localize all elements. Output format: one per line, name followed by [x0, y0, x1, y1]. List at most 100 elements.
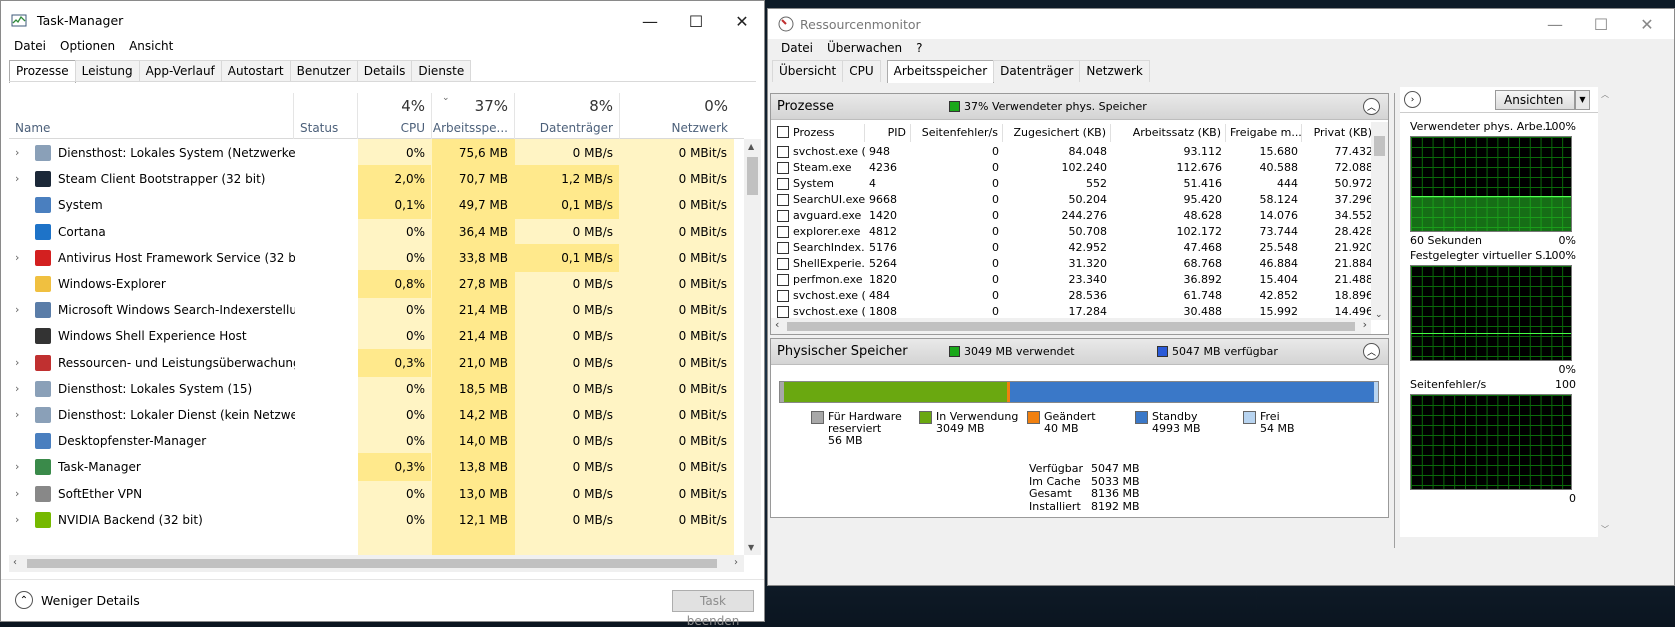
graphs-vscroll[interactable]: ︿ ﹀: [1598, 87, 1614, 537]
scroll-left-icon[interactable]: ‹: [13, 557, 17, 568]
end-task-button[interactable]: Task beenden: [672, 590, 754, 627]
scroll-right-icon[interactable]: ›: [1363, 318, 1367, 331]
expand-graphs-icon[interactable]: ›: [1404, 91, 1421, 108]
rm-tab-netzwerk[interactable]: Netzwerk: [1079, 60, 1150, 82]
expand-chevron-icon[interactable]: ›: [15, 453, 29, 481]
rm-menu-datei[interactable]: Datei: [774, 39, 820, 59]
tab-details[interactable]: Details: [356, 60, 413, 82]
views-dropdown-icon[interactable]: ▼: [1575, 90, 1590, 110]
vertical-scrollbar[interactable]: ▲ ▼: [744, 139, 761, 555]
tab-dienste[interactable]: Dienste: [411, 60, 472, 82]
rm-close-button[interactable]: ✕: [1624, 9, 1670, 39]
process-row[interactable]: svchost.exe (... 948 0 84.048 93.112 15.680 77…: [771, 144, 1371, 160]
scroll-thumb[interactable]: [747, 157, 758, 195]
process-row[interactable]: Cortana 0% 0 MB/s 0 MBit/s 36,4 MB: [9, 218, 744, 246]
process-row[interactable]: › SoftEther VPN 0% 0 MB/s 0 MBit/s 13,0 MB: [9, 480, 744, 508]
process-row[interactable]: perfmon.exe 1820 0 23.340 36.892 15.404 21.488: [771, 272, 1371, 288]
splitter[interactable]: [1394, 93, 1395, 548]
process-row[interactable]: Desktopfenster-Manager 0% 0 MB/s 0 MBit/s 14…: [9, 427, 744, 455]
process-col-header[interactable]: Arbeitssatz (KB): [1111, 124, 1226, 142]
col-disk-header[interactable]: 8% Datenträger: [515, 93, 620, 139]
processes-hscroll-thumb[interactable]: [787, 322, 1355, 331]
process-row[interactable]: Windows Shell Experience Host 0% 0 MB/s 0 M…: [9, 322, 744, 350]
scroll-down-icon[interactable]: ▼: [748, 543, 754, 552]
collapse-processes-icon[interactable]: ︿: [1363, 98, 1380, 115]
process-row[interactable]: System 0,1% 0,1 MB/s 0 MBit/s 49,7 MB: [9, 191, 744, 220]
process-row[interactable]: › Microsoft Windows Search-Indexerstellun…: [9, 296, 744, 324]
process-row[interactable]: › Ressourcen- und Leistungsüberwachung 0,3…: [9, 348, 744, 377]
process-col-header[interactable]: Privat (KB): [1302, 124, 1377, 142]
processes-panel-header[interactable]: Prozesse 37% Verwendeter phys. Speicher …: [771, 94, 1388, 120]
expand-chevron-icon[interactable]: ›: [15, 139, 29, 167]
processes-hscroll[interactable]: ‹ ›: [771, 318, 1371, 334]
scroll-left-icon[interactable]: ‹: [775, 318, 779, 331]
process-row[interactable]: svchost.exe (... 484 0 28.536 61.748 42.852 18…: [771, 288, 1371, 304]
scroll-up-icon[interactable]: ▲: [748, 142, 754, 151]
expand-chevron-icon[interactable]: ›: [15, 375, 29, 403]
process-col-header[interactable]: Seitenfehler/s: [911, 124, 1003, 142]
process-row[interactable]: › Diensthost: Lokaler Dienst (kein Netzwe…: [9, 401, 744, 429]
expand-chevron-icon[interactable]: ›: [15, 165, 29, 193]
col-name-header[interactable]: Name: [9, 93, 294, 139]
process-col-header[interactable]: Freigabe m...: [1226, 124, 1302, 142]
horizontal-scrollbar[interactable]: ‹ ›: [9, 555, 744, 572]
process-row[interactable]: Steam.exe 4236 0 102.240 112.676 40.588 72.088: [771, 160, 1371, 176]
process-row[interactable]: System 4 0 552 51.416 444 50.972: [771, 176, 1371, 192]
menu-ansicht[interactable]: Ansicht: [122, 37, 180, 57]
rm-title-bar[interactable]: Ressourcenmonitor — ☐ ✕: [768, 9, 1674, 39]
fewer-details-button[interactable]: ⌃ Weniger Details: [15, 591, 140, 609]
select-all-checkbox[interactable]: [777, 126, 789, 138]
processes-vscroll[interactable]: ⌄: [1371, 122, 1388, 320]
rm-menu-help[interactable]: ?: [909, 39, 929, 59]
hscroll-thumb[interactable]: [27, 559, 717, 568]
tab-benutzer[interactable]: Benutzer: [289, 60, 358, 82]
process-row[interactable]: avguard.exe 1420 0 244.276 48.628 14.076 34.55…: [771, 208, 1371, 224]
col-status-header[interactable]: Status: [294, 93, 358, 139]
expand-chevron-icon[interactable]: ›: [15, 349, 29, 377]
tab-autostart[interactable]: Autostart: [220, 60, 291, 82]
rm-minimize-button[interactable]: —: [1532, 9, 1578, 39]
scroll-down-icon[interactable]: ﹀: [1601, 524, 1609, 535]
physical-memory-header[interactable]: Physischer Speicher 3049 MB verwendet 50…: [771, 339, 1388, 365]
expand-chevron-icon[interactable]: ›: [15, 480, 29, 508]
process-row[interactable]: SearchUI.exe 9668 0 50.204 95.420 58.124 37.29…: [771, 192, 1371, 208]
close-button[interactable]: ✕: [719, 1, 765, 41]
rm-maximize-button[interactable]: ☐: [1578, 9, 1624, 39]
process-row[interactable]: Windows-Explorer 0,8% 0 MB/s 0 MBit/s 27,8 M…: [9, 270, 744, 298]
process-row[interactable]: › NVIDIA Backend (32 bit) 0% 0 MB/s 0 MBit/s…: [9, 506, 744, 534]
scroll-right-icon[interactable]: ›: [734, 557, 738, 568]
processes-scroll-thumb[interactable]: [1374, 136, 1385, 156]
process-row[interactable]: ShellExperie... 5264 0 31.320 68.768 46.884 21…: [771, 256, 1371, 272]
process-row[interactable]: › Diensthost: Lokales System (15) 0% 0 MB/s…: [9, 375, 744, 403]
expand-chevron-icon[interactable]: ›: [15, 401, 29, 429]
expand-chevron-icon[interactable]: ›: [15, 506, 29, 534]
process-row[interactable]: › Diensthost: Lokales System (Netzwerkein…: [9, 139, 744, 167]
menu-datei[interactable]: Datei: [7, 37, 53, 57]
rm-tab-arbeitsspeicher[interactable]: Arbeitsspeicher: [886, 60, 995, 83]
menu-optionen[interactable]: Optionen: [53, 37, 122, 57]
col-net-header[interactable]: 0% Netzwerk: [620, 93, 734, 139]
rm-menu-ueberwachen[interactable]: Überwachen: [820, 39, 909, 59]
scroll-up-icon[interactable]: ︿: [1601, 89, 1609, 100]
expand-chevron-icon[interactable]: ›: [15, 296, 29, 324]
tab-prozesse[interactable]: Prozesse: [9, 60, 76, 83]
process-col-header[interactable]: Zugesichert (KB): [1003, 124, 1111, 142]
views-button[interactable]: Ansichten: [1495, 90, 1575, 110]
rm-tab-uebersicht[interactable]: Übersicht: [772, 60, 844, 82]
process-row[interactable]: › Steam Client Bootstrapper (32 bit) 2,0% 1…: [9, 165, 744, 194]
col-mem-header[interactable]: ⌄ 37% Arbeitsspe...: [432, 93, 515, 139]
process-row[interactable]: SearchIndex... 5176 0 42.952 47.468 25.548 21.…: [771, 240, 1371, 256]
process-row[interactable]: › Antivirus Host Framework Service (32 bi…: [9, 243, 744, 272]
process-row[interactable]: explorer.exe 4812 0 50.708 102.172 73.744 28.4…: [771, 224, 1371, 240]
minimize-button[interactable]: —: [627, 1, 673, 41]
process-col-header[interactable]: PID: [865, 124, 911, 142]
tab-app-verlauf[interactable]: App-Verlauf: [138, 60, 222, 82]
collapse-physical-icon[interactable]: ︿: [1363, 343, 1380, 360]
title-bar[interactable]: Task-Manager — ☐ ✕: [1, 1, 764, 41]
process-row[interactable]: › Task-Manager 0,3% 0 MB/s 0 MBit/s 13,8 MB: [9, 453, 744, 482]
maximize-button[interactable]: ☐: [673, 1, 719, 41]
col-cpu-header[interactable]: 4% CPU: [358, 93, 432, 139]
rm-tab-cpu[interactable]: CPU: [842, 60, 881, 82]
rm-tab-datentraeger[interactable]: Datenträger: [993, 60, 1081, 82]
scroll-down-icon[interactable]: ⌄: [1375, 310, 1383, 320]
